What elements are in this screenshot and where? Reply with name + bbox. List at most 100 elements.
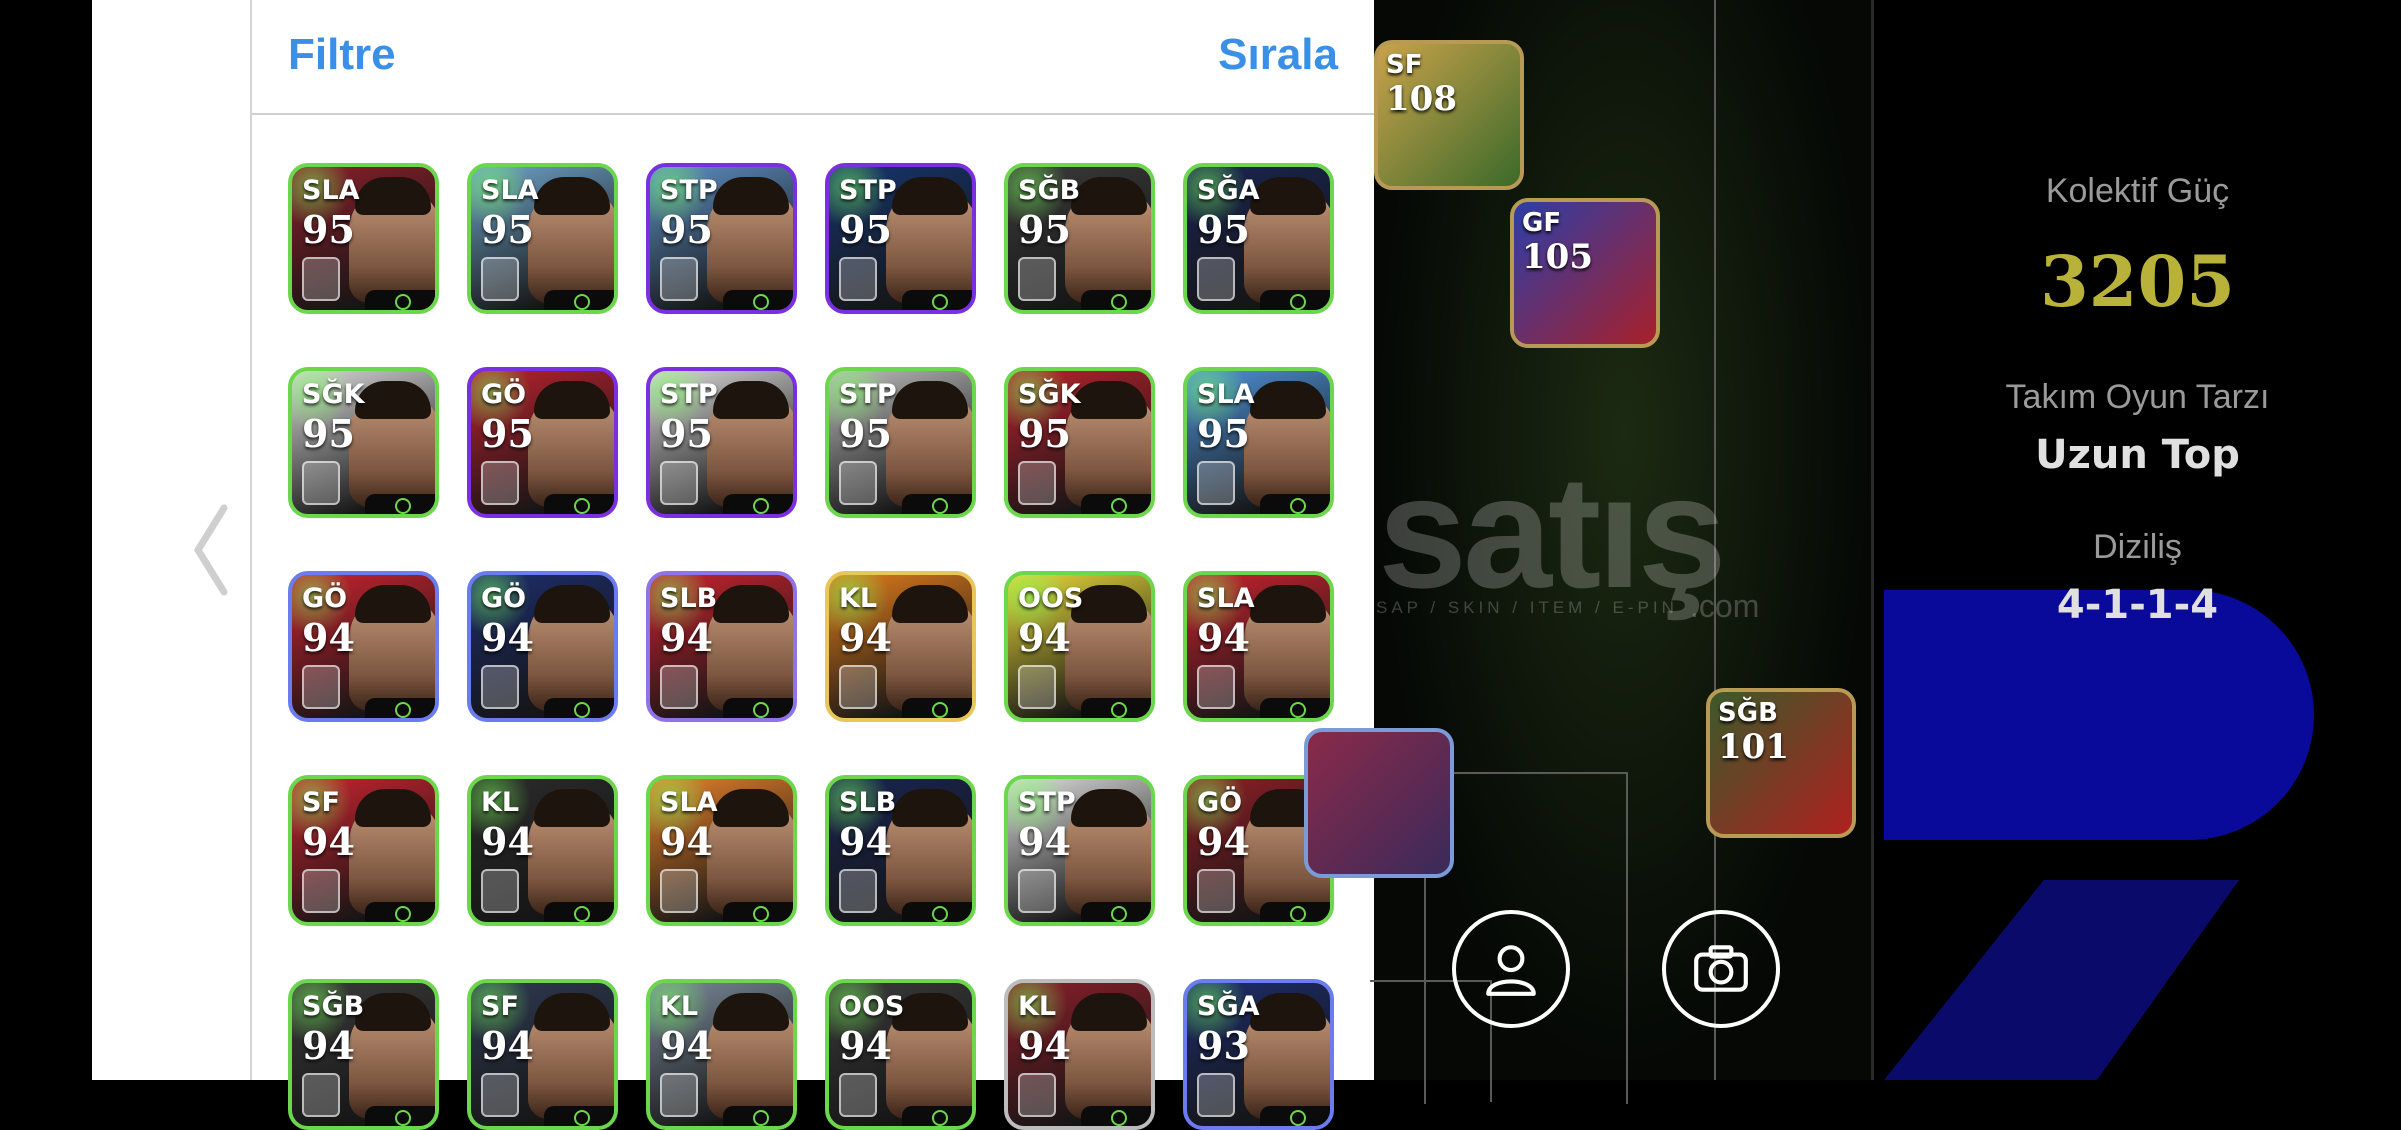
player-card[interactable]: KL 94 <box>1004 979 1155 1130</box>
card-footer <box>544 1106 614 1126</box>
player-card[interactable]: SĞB 95 <box>1004 163 1155 314</box>
card-footer <box>365 290 435 310</box>
player-card[interactable]: SĞK 95 <box>1004 367 1155 518</box>
card-footer <box>365 494 435 514</box>
player-card[interactable]: SĞA 93 <box>1183 979 1334 1130</box>
player-hair <box>713 177 789 215</box>
play-style-value: Uzun Top <box>2035 432 2240 478</box>
player-card[interactable]: SLA 95 <box>467 163 618 314</box>
card-rating: 94 <box>1197 819 1250 864</box>
card-rating: 94 <box>481 819 534 864</box>
player-hair <box>892 789 968 827</box>
card-footer <box>544 290 614 310</box>
card-rating: 95 <box>660 411 713 456</box>
camera-button[interactable] <box>1662 910 1780 1028</box>
player-card[interactable]: SĞA 95 <box>1183 163 1334 314</box>
card-footer <box>723 902 793 922</box>
team-stats-panel: Kolektif Güç 3205 Takım Oyun Tarzı Uzun … <box>1874 0 2401 1080</box>
squad-card[interactable]: SF 108 <box>1374 40 1524 190</box>
card-footer <box>1260 494 1330 514</box>
card-rating: 94 <box>481 1023 534 1068</box>
player-card[interactable]: KL 94 <box>467 775 618 926</box>
card-position: SF <box>481 991 519 1022</box>
card-position: SLB <box>839 787 897 818</box>
player-hair <box>355 993 431 1031</box>
card-position: SĞB <box>1018 175 1081 206</box>
club-badge-icon <box>302 461 340 505</box>
card-position: OOS <box>839 991 905 1022</box>
player-hair <box>1071 381 1147 419</box>
player-card[interactable]: SLB 94 <box>825 775 976 926</box>
player-card[interactable]: OOS 94 <box>825 979 976 1130</box>
player-card[interactable]: SF 94 <box>467 979 618 1130</box>
club-badge-icon <box>660 461 698 505</box>
player-card[interactable]: KL 94 <box>825 571 976 722</box>
card-footer <box>1260 902 1330 922</box>
card-footer <box>1081 290 1151 310</box>
club-badge-icon <box>660 869 698 913</box>
player-card[interactable]: STP 95 <box>825 163 976 314</box>
card-rating: 94 <box>660 1023 713 1068</box>
filter-button[interactable]: Filtre <box>288 30 396 80</box>
card-footer <box>544 494 614 514</box>
player-card[interactable]: SLA 95 <box>288 163 439 314</box>
club-badge-icon <box>839 665 877 709</box>
player-hair <box>355 585 431 623</box>
card-rating: 95 <box>1197 207 1250 252</box>
player-card[interactable]: OOS 94 <box>1004 571 1155 722</box>
player-hair <box>1071 177 1147 215</box>
card-rating: 95 <box>839 207 892 252</box>
card-position: STP <box>660 175 718 206</box>
squad-card-rating: 105 <box>1522 237 1593 277</box>
chevron-left-icon[interactable] <box>192 500 232 600</box>
card-rating: 94 <box>660 819 713 864</box>
player-card[interactable]: STP 94 <box>1004 775 1155 926</box>
squad-card[interactable]: GF 105 <box>1510 198 1660 348</box>
club-badge-icon <box>1018 461 1056 505</box>
play-style-label: Takım Oyun Tarzı <box>2005 378 2270 416</box>
squad-card[interactable]: SĞB 101 <box>1706 688 1856 838</box>
sort-button[interactable]: Sırala <box>1218 30 1338 80</box>
watermark-brand: satış <box>1378 442 1727 621</box>
player-card[interactable]: SLB 94 <box>646 571 797 722</box>
player-card[interactable]: SĞK 95 <box>288 367 439 518</box>
profile-button[interactable] <box>1452 910 1570 1028</box>
player-hair <box>713 789 789 827</box>
club-badge-icon <box>1018 665 1056 709</box>
player-card[interactable]: SF 94 <box>288 775 439 926</box>
player-card[interactable]: GÖ 94 <box>467 571 618 722</box>
player-hair <box>534 993 610 1031</box>
card-position: STP <box>839 175 897 206</box>
card-position: KL <box>481 787 520 818</box>
player-hair <box>534 177 610 215</box>
player-hair <box>892 177 968 215</box>
club-badge-icon <box>302 869 340 913</box>
player-card[interactable]: SĞB 94 <box>288 979 439 1130</box>
player-card[interactable]: STP 95 <box>646 367 797 518</box>
player-hair <box>713 381 789 419</box>
player-hair <box>892 381 968 419</box>
player-card[interactable]: SLA 94 <box>1183 571 1334 722</box>
player-card[interactable]: STP 95 <box>825 367 976 518</box>
player-card[interactable]: KL 94 <box>646 979 797 1130</box>
collective-power-value: 3205 <box>2040 240 2235 323</box>
card-footer <box>1081 698 1151 718</box>
player-card[interactable]: GÖ 95 <box>467 367 618 518</box>
player-card[interactable]: SLA 94 <box>646 775 797 926</box>
club-badge-icon <box>660 257 698 301</box>
card-footer <box>723 1106 793 1126</box>
player-card[interactable]: STP 95 <box>646 163 797 314</box>
player-hair <box>1071 789 1147 827</box>
card-position: SĞK <box>1018 379 1081 410</box>
player-hair <box>355 789 431 827</box>
watermark-tagline: SAP / SKIN / ITEM / E-PIN <box>1376 598 1678 617</box>
card-footer <box>1260 290 1330 310</box>
player-card[interactable]: SLA 95 <box>1183 367 1334 518</box>
card-rating: 94 <box>1018 1023 1071 1068</box>
player-hair <box>534 381 610 419</box>
player-hair <box>1250 177 1326 215</box>
squad-card-partial[interactable] <box>1304 728 1454 878</box>
squad-card-rating: 101 <box>1718 727 1789 767</box>
decorative-shape <box>1884 880 2239 1080</box>
player-card[interactable]: GÖ 94 <box>288 571 439 722</box>
